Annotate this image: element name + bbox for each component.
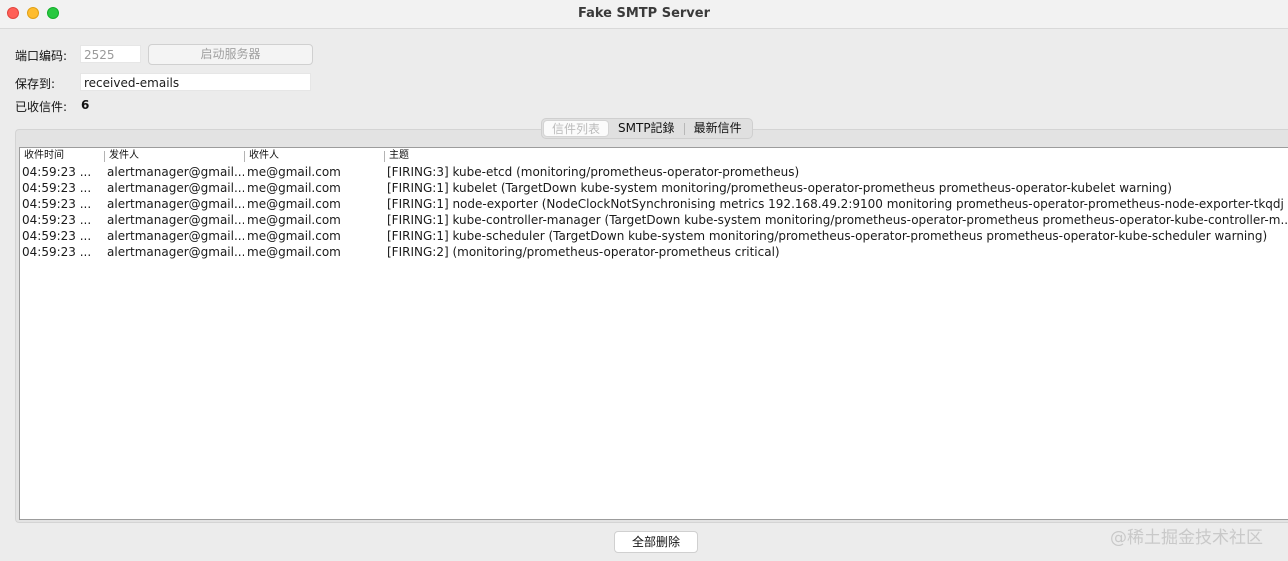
cell-recipient: me@gmail.com [247, 197, 341, 211]
mail-table[interactable]: 收件时间 发件人 收件人 主题 04:59:23 ... alertmanage… [19, 147, 1288, 520]
tab-latest-mail[interactable]: 最新信件 [685, 119, 751, 138]
cell-time: 04:59:23 ... [22, 229, 92, 243]
tab-mail-list[interactable]: 信件列表 [543, 120, 610, 137]
cell-recipient: me@gmail.com [247, 229, 341, 243]
cell-recipient: me@gmail.com [247, 213, 341, 227]
tab-bar: 信件列表 SMTP記錄 最新信件 [541, 118, 753, 139]
cell-subject: [FIRING:3] kube-etcd (monitoring/prometh… [387, 165, 800, 179]
column-header-recipient[interactable]: 收件人 [246, 148, 279, 164]
cell-sender: alertmanager@gmail.... [107, 213, 244, 227]
title-bar: Fake SMTP Server [0, 0, 1288, 29]
table-row[interactable]: 04:59:23 ... alertmanager@gmail.... me@g… [20, 196, 1288, 212]
cell-subject: [FIRING:1] kubelet (TargetDown kube-syst… [387, 181, 1172, 195]
watermark: @稀土掘金技术社区 [1110, 528, 1263, 548]
table-header: 收件时间 发件人 收件人 主题 [20, 148, 1288, 164]
cell-recipient: me@gmail.com [247, 245, 341, 259]
delete-all-button[interactable]: 全部删除 [614, 531, 698, 553]
column-header-time[interactable]: 收件时间 [21, 148, 64, 164]
cell-sender: alertmanager@gmail.... [107, 229, 244, 243]
cell-subject: [FIRING:1] kube-scheduler (TargetDown ku… [387, 229, 1268, 243]
column-divider[interactable] [244, 151, 245, 162]
table-row[interactable]: 04:59:23 ... alertmanager@gmail.... me@g… [20, 212, 1288, 228]
cell-time: 04:59:23 ... [22, 181, 92, 195]
column-header-sender[interactable]: 发件人 [106, 148, 139, 164]
cell-sender: alertmanager@gmail.... [107, 165, 244, 179]
table-row[interactable]: 04:59:23 ... alertmanager@gmail.... me@g… [20, 164, 1288, 180]
table-row[interactable]: 04:59:23 ... alertmanager@gmail.... me@g… [20, 228, 1288, 244]
save-to-label: 保存到: [15, 77, 56, 91]
cell-sender: alertmanager@gmail.... [107, 197, 244, 211]
table-row[interactable]: 04:59:23 ... alertmanager@gmail.... me@g… [20, 244, 1288, 260]
start-server-button[interactable]: 启动服务器 [148, 44, 313, 65]
port-input[interactable]: 2525 [80, 45, 141, 63]
received-count-label: 已收信件: [15, 100, 68, 114]
port-label: 端口编码: [15, 49, 68, 63]
cell-sender: alertmanager@gmail.... [107, 245, 244, 259]
column-header-subject[interactable]: 主题 [386, 148, 409, 164]
window-title: Fake SMTP Server [577, 6, 711, 21]
cell-time: 04:59:23 ... [22, 245, 92, 259]
save-directory-input[interactable]: received-emails [80, 73, 311, 91]
cell-subject: [FIRING:1] node-exporter (NodeClockNotSy… [387, 197, 1287, 211]
table-row[interactable]: 04:59:23 ... alertmanager@gmail.... me@g… [20, 180, 1288, 196]
tab-smtp-log[interactable]: SMTP記錄 [609, 119, 684, 138]
cell-subject: [FIRING:2] (monitoring/prometheus-operat… [387, 245, 780, 259]
received-count-value: 6 [81, 98, 90, 112]
cell-time: 04:59:23 ... [22, 197, 92, 211]
cell-subject: [FIRING:1] kube-controller-manager (Targ… [387, 213, 1287, 227]
cell-recipient: me@gmail.com [247, 165, 341, 179]
cell-time: 04:59:23 ... [22, 213, 92, 227]
cell-recipient: me@gmail.com [247, 181, 341, 195]
cell-time: 04:59:23 ... [22, 165, 92, 179]
column-divider[interactable] [384, 151, 385, 162]
cell-sender: alertmanager@gmail.... [107, 181, 244, 195]
column-divider[interactable] [104, 151, 105, 162]
